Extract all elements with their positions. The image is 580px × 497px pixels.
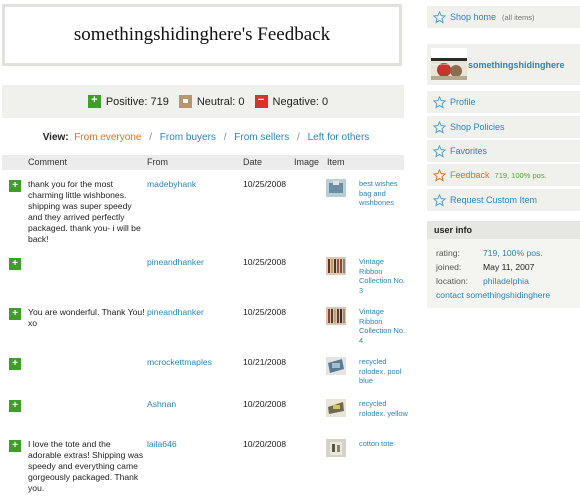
- item-thumbnail[interactable]: [326, 307, 346, 325]
- item-thumbnail[interactable]: [326, 257, 346, 275]
- rating-value[interactable]: 719, 100% pos.: [483, 248, 543, 258]
- contact-link[interactable]: contact somethingshidinghere: [436, 290, 550, 300]
- header-date: Date: [243, 157, 263, 167]
- sidebar-item-label: Favorites: [450, 146, 488, 156]
- row-date: 10/21/2008: [243, 357, 287, 367]
- joined-value: May 11, 2007: [483, 262, 535, 272]
- header-image: Image: [294, 157, 320, 167]
- star-outline-icon: [433, 95, 446, 109]
- user-info-heading: user info: [427, 221, 580, 239]
- positive-icon: +: [87, 94, 101, 108]
- row-comment: You are wonderful. Thank You! xo: [28, 307, 145, 328]
- neutral-icon: [178, 95, 192, 108]
- sidebar-item-favorites[interactable]: Favorites: [427, 140, 580, 162]
- sidebar-item-label: Profile: [450, 97, 476, 107]
- feedback-title-box: somethingshidinghere's Feedback: [2, 4, 402, 66]
- row-item-link[interactable]: recycled rolodex. pool blue: [359, 357, 409, 386]
- page-title: somethingshidinghere's Feedback: [73, 24, 331, 45]
- row-item-link[interactable]: recycled rolodex. yellow: [359, 399, 409, 418]
- separator: /: [297, 132, 300, 143]
- shop-home-link[interactable]: Shop home: [450, 12, 496, 22]
- shop-banner-text: something's hiding here: [432, 64, 454, 66]
- item-thumbnail[interactable]: [326, 439, 346, 457]
- shop-name-link[interactable]: somethingshidinghere: [468, 60, 565, 70]
- joined-label: joined:: [436, 262, 462, 272]
- star-outline-icon: [433, 193, 446, 207]
- row-date: 10/20/2008: [243, 399, 287, 409]
- plus-icon: +: [9, 358, 21, 370]
- item-thumbnail[interactable]: [326, 399, 346, 417]
- star-outline-icon: [433, 120, 446, 134]
- row-item-link[interactable]: Vintage Ribbon Collection No. 3: [359, 257, 409, 295]
- location-value[interactable]: philadelphia: [483, 276, 529, 286]
- plus-icon: +: [9, 400, 21, 412]
- view-from-buyers[interactable]: From buyers: [160, 132, 216, 143]
- view-left-for-others[interactable]: Left for others: [308, 132, 370, 143]
- negative-icon: −: [254, 94, 268, 108]
- star-outline-icon: [433, 10, 446, 24]
- view-filter-bar: View: From everyone / From buyers / From…: [0, 132, 412, 143]
- plus-icon: +: [9, 308, 21, 320]
- sidebar-item-feedback[interactable]: Feedback 719, 100% pos.: [427, 164, 580, 186]
- star-outline-icon: [433, 144, 446, 158]
- view-from-everyone[interactable]: From everyone: [74, 132, 141, 143]
- header-comment: Comment: [28, 157, 68, 167]
- positive-count: Positive: 719: [105, 95, 169, 108]
- sidebar-item-request-custom[interactable]: Request Custom Item: [427, 189, 580, 211]
- item-thumbnail[interactable]: [326, 179, 346, 197]
- feedback-summary: + Positive: 719 Neutral: 0 − Negative: 0: [2, 85, 404, 118]
- sidebar-item-label: Feedback: [450, 170, 490, 180]
- sidebar-item-label: Shop Policies: [450, 122, 505, 132]
- header-item: Item: [327, 157, 345, 167]
- row-from-link[interactable]: pineandhanker: [147, 307, 204, 317]
- row-date: 10/20/2008: [243, 439, 287, 449]
- row-item-link[interactable]: best wishes bag and wishbones: [359, 179, 409, 208]
- row-item-link[interactable]: cotton tote: [359, 439, 409, 449]
- row-from-link[interactable]: mcrockettmaples: [147, 357, 212, 367]
- shop-header[interactable]: something's hiding here somethingshiding…: [427, 44, 580, 85]
- plus-icon: +: [9, 440, 21, 452]
- sidebar-item-profile[interactable]: Profile: [427, 91, 580, 113]
- sidebar-item-label: Request Custom Item: [450, 195, 538, 205]
- row-from-link[interactable]: laila646: [147, 439, 177, 449]
- row-item-link[interactable]: Vintage Ribbon Collection No. 4: [359, 307, 409, 345]
- feedback-stat: 719, 100% pos.: [494, 170, 547, 180]
- row-comment: thank you for the most charming little w…: [28, 179, 141, 244]
- rating-label: rating:: [436, 248, 460, 258]
- view-from-sellers[interactable]: From sellers: [234, 132, 289, 143]
- shop-home-note: (all items): [502, 12, 535, 22]
- sidebar-shop-home[interactable]: Shop home (all items): [427, 6, 580, 28]
- item-thumbnail[interactable]: [326, 357, 346, 375]
- row-date: 10/25/2008: [243, 257, 287, 267]
- negative-count: Negative: 0: [272, 95, 329, 108]
- row-from-link[interactable]: madebyhank: [147, 179, 196, 189]
- user-info-panel: rating: 719, 100% pos. joined: May 11, 2…: [427, 239, 580, 308]
- plus-icon: +: [9, 180, 21, 192]
- row-from-link[interactable]: Ashnan: [147, 399, 176, 409]
- table-header: Comment From Date Image Item: [2, 155, 404, 170]
- row-from-link[interactable]: pineandhanker: [147, 257, 204, 267]
- header-from: From: [147, 157, 168, 167]
- separator: /: [149, 132, 152, 143]
- row-comment: I love the tote and the adorable extras!…: [28, 439, 144, 493]
- view-label: View:: [42, 132, 69, 143]
- location-label: location:: [436, 276, 469, 286]
- neutral-count: Neutral: 0: [196, 95, 245, 108]
- plus-icon: +: [9, 258, 21, 270]
- sidebar-item-shop-policies[interactable]: Shop Policies: [427, 116, 580, 138]
- star-outline-icon: [433, 168, 446, 182]
- row-date: 10/25/2008: [243, 307, 287, 317]
- separator: /: [223, 132, 227, 143]
- row-date: 10/25/2008: [243, 179, 287, 189]
